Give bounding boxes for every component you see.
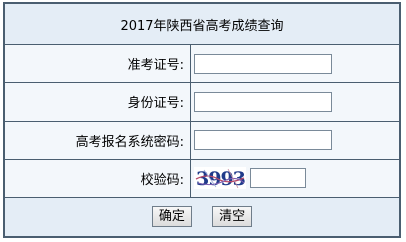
form-title: 2017年陕西省高考成绩查询 [5, 4, 399, 45]
captcha-input[interactable] [250, 168, 307, 189]
score-query-form: 2017年陕西省高考成绩查询 准考证号: 身份证号: 高考报名系统密码: 校验码… [3, 2, 401, 238]
password-input[interactable] [194, 130, 332, 151]
clear-button[interactable]: 清空 [212, 206, 253, 228]
exam-number-input[interactable] [194, 53, 332, 74]
confirm-button[interactable]: 确定 [151, 206, 192, 228]
id-number-label: 身份证号: [5, 83, 190, 121]
captcha-label: 校验码: [5, 159, 190, 197]
exam-number-label: 准考证号: [5, 45, 190, 83]
captcha-image[interactable]: 3993 [194, 167, 246, 190]
form-table: 2017年陕西省高考成绩查询 准考证号: 身份证号: 高考报名系统密码: 校验码… [4, 3, 400, 237]
password-label: 高考报名系统密码: [5, 121, 190, 159]
id-number-input[interactable] [194, 91, 332, 112]
